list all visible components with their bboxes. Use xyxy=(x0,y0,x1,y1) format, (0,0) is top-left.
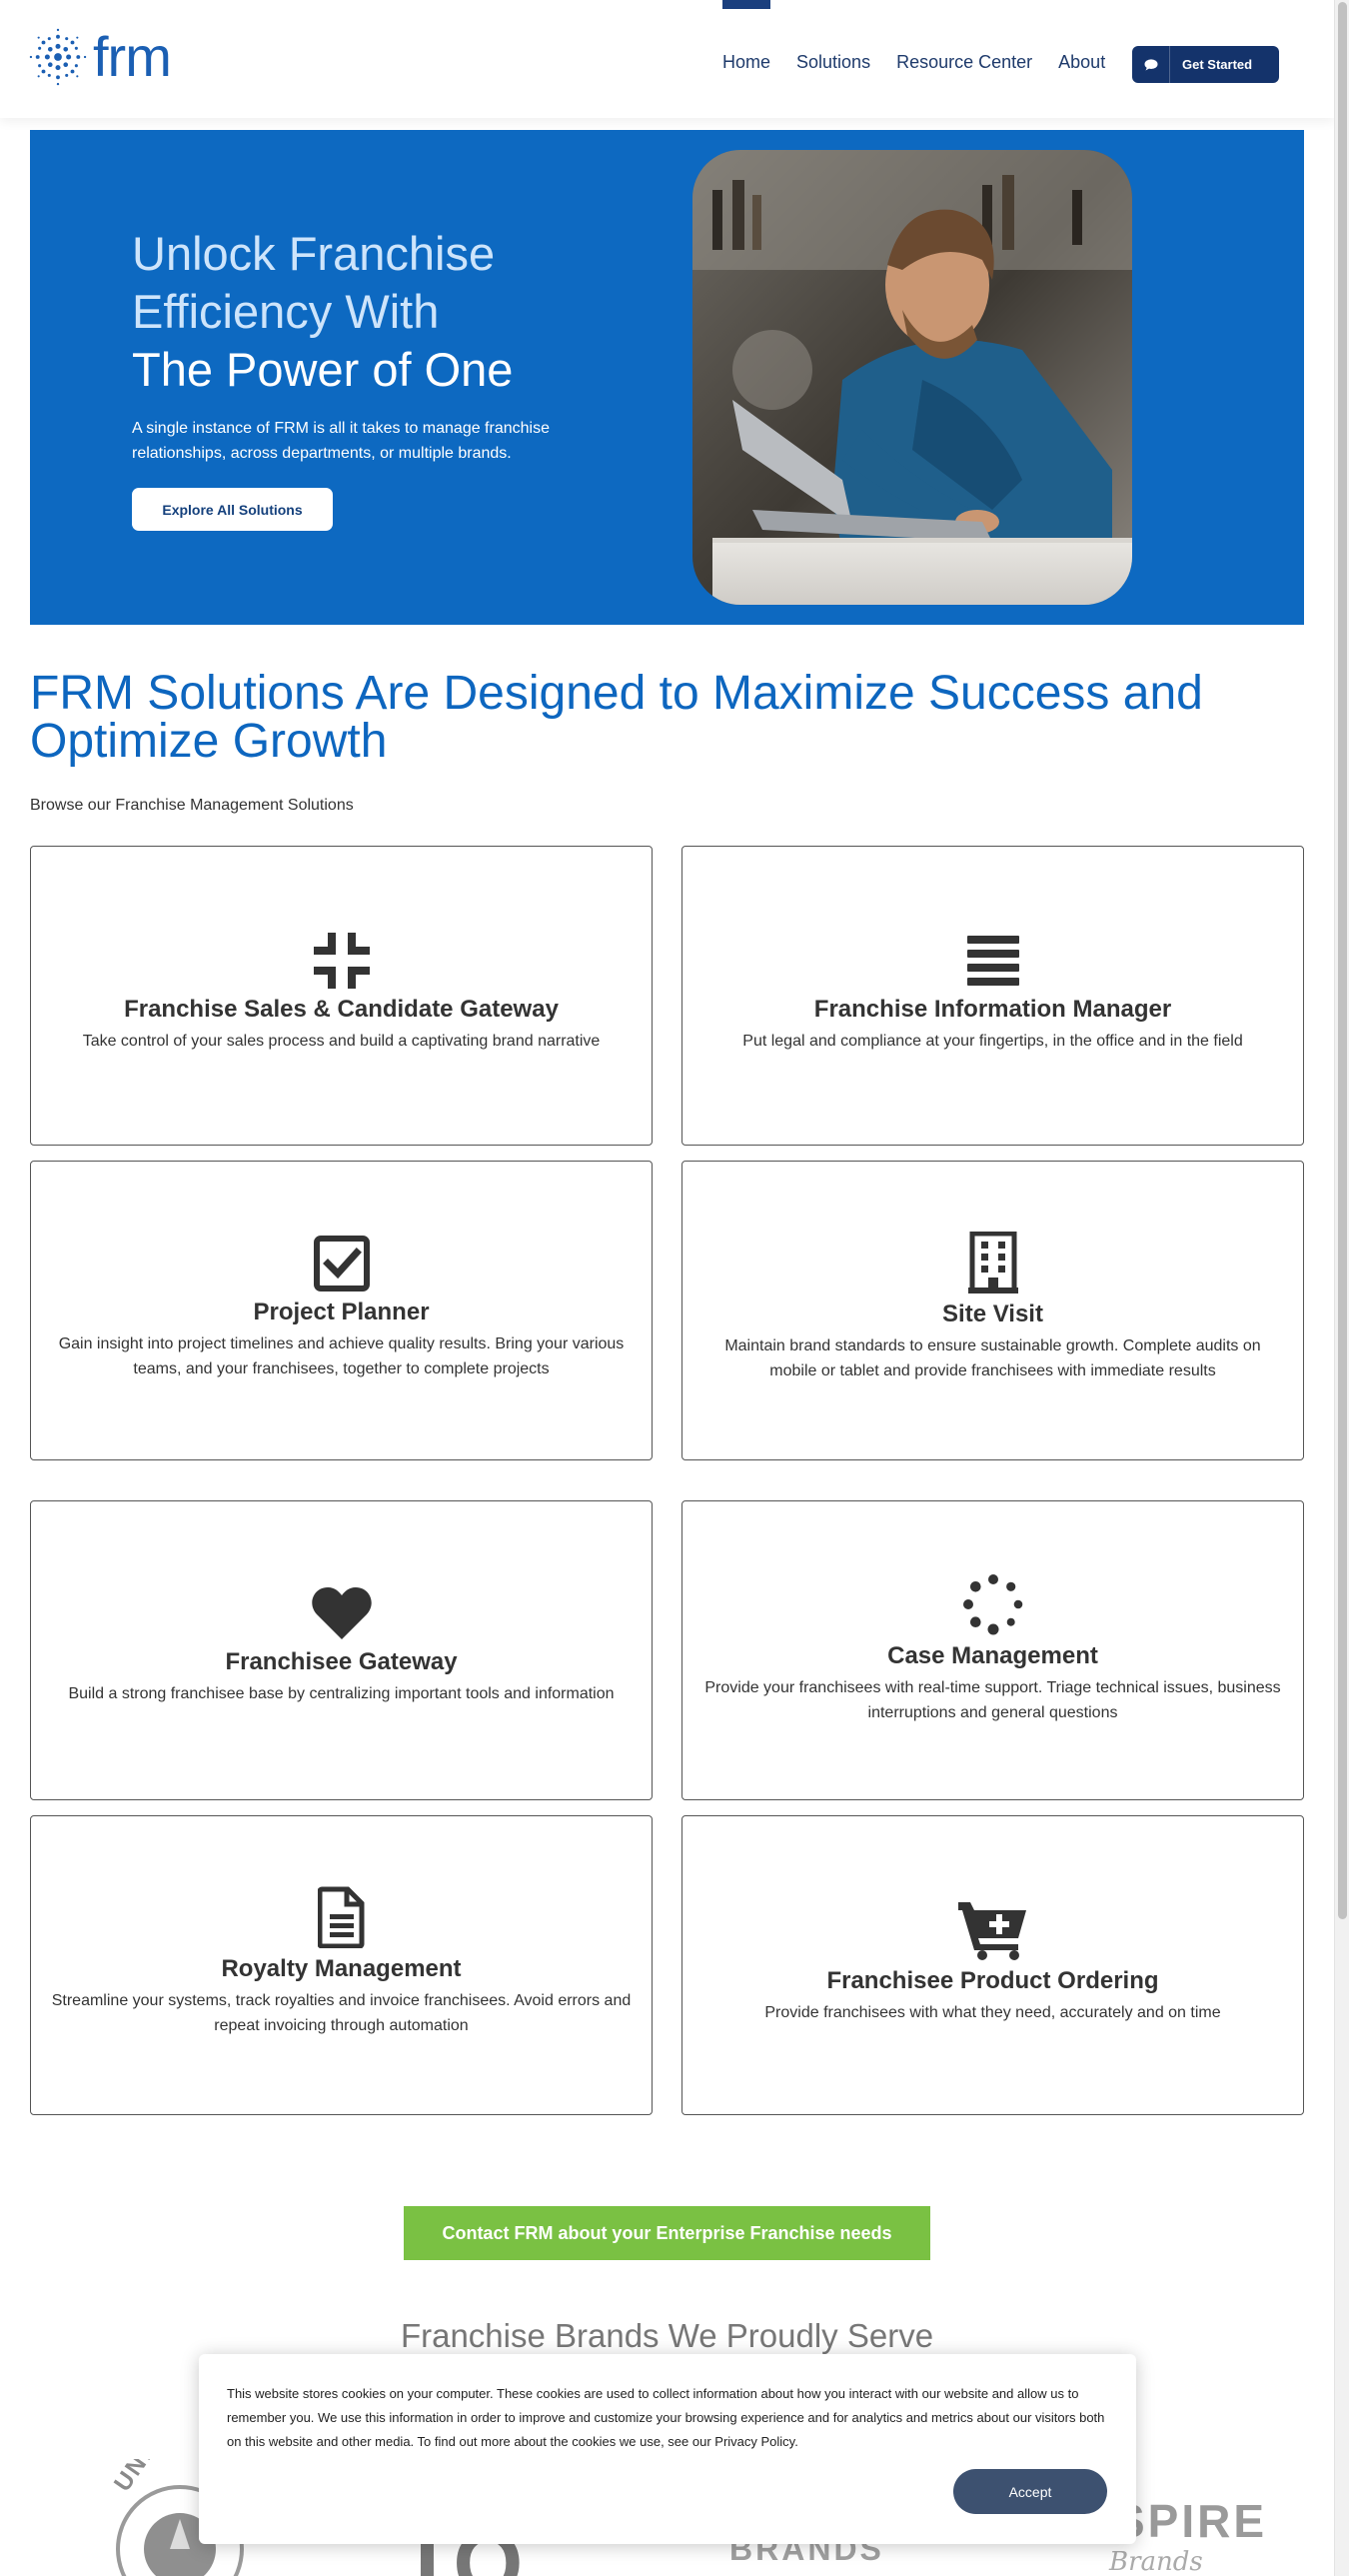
site-header: frm Home Solutions Resource Center About… xyxy=(0,0,1334,118)
card-title: Franchisee Gateway xyxy=(225,1648,458,1675)
nav-resource-center[interactable]: Resource Center xyxy=(896,52,1032,73)
card-title: Site Visit xyxy=(942,1300,1043,1327)
card-description: Build a strong franchisee base by centra… xyxy=(68,1685,615,1702)
card-description: Gain insight into project timelines and … xyxy=(58,1335,625,1377)
document-icon xyxy=(317,1886,364,1948)
solutions-subheading: Browse our Franchise Management Solution… xyxy=(30,797,354,814)
spinner-icon xyxy=(962,1574,1022,1635)
logo-mark-icon xyxy=(29,28,87,86)
card-description: Provide franchisees with what they need,… xyxy=(764,2004,1221,2021)
solutions-heading: FRM Solutions Are Designed to Maximize S… xyxy=(30,667,1203,768)
main-nav: Home Solutions Resource Center About xyxy=(722,52,1105,73)
card-description: Provide your franchisees with real-time … xyxy=(704,1679,1281,1721)
solution-card-product-ordering[interactable]: Franchisee Product Ordering Provide fran… xyxy=(681,1815,1304,2115)
heart-icon xyxy=(311,1587,372,1639)
solution-card-royalty-management[interactable]: Royalty Management Streamline your syste… xyxy=(30,1815,653,2115)
solution-card-site-visit[interactable]: Site Visit Maintain brand standards to e… xyxy=(681,1161,1304,1460)
cookie-accept-button[interactable]: Accept xyxy=(953,2469,1107,2514)
hero-description: A single instance of FRM is all it takes… xyxy=(132,420,550,462)
brand-logo-inspire-sub: Brands xyxy=(1109,2547,1203,2576)
frm-logo[interactable]: frm xyxy=(29,25,172,88)
card-description: Maintain brand standards to ensure susta… xyxy=(724,1337,1261,1379)
card-title: Franchise Sales & Candidate Gateway xyxy=(124,996,559,1023)
contact-frm-button[interactable]: Contact FRM about your Enterprise Franch… xyxy=(404,2206,930,2260)
hero-title: Unlock Franchise Efficiency With The Pow… xyxy=(132,225,652,399)
hero-title-line-2: Efficiency With xyxy=(132,285,440,338)
building-icon xyxy=(967,1232,1018,1293)
get-started-button[interactable]: Get Started xyxy=(1132,46,1279,83)
nav-about[interactable]: About xyxy=(1058,52,1105,73)
compress-icon xyxy=(313,933,370,989)
hero-photo xyxy=(692,150,1132,605)
hero-title-line-3: The Power of One xyxy=(132,343,514,396)
card-title: Case Management xyxy=(887,1642,1098,1669)
solution-card-franchisee-gateway[interactable]: Franchisee Gateway Build a strong franch… xyxy=(30,1500,653,1800)
hero-section: Unlock Franchise Efficiency With The Pow… xyxy=(30,130,1304,625)
cart-plus-icon xyxy=(957,1902,1026,1960)
page-scrollbar[interactable] xyxy=(1334,0,1349,2576)
nav-active-indicator xyxy=(722,0,770,9)
solution-card-sales-gateway[interactable]: Franchise Sales & Candidate Gateway Take… xyxy=(30,846,653,1146)
brands-heading: Franchise Brands We Proudly Serve xyxy=(400,2317,934,2354)
cookie-banner: This website stores cookies on your comp… xyxy=(199,2354,1136,2544)
explore-solutions-button[interactable]: Explore All Solutions xyxy=(132,488,333,531)
card-description: Put legal and compliance at your fingert… xyxy=(742,1033,1243,1050)
chat-icon xyxy=(1132,46,1170,83)
card-title: Franchise Information Manager xyxy=(813,996,1172,1023)
get-started-label: Get Started xyxy=(1182,57,1253,72)
card-title: Royalty Management xyxy=(221,1955,462,1982)
card-description: Take control of your sales process and b… xyxy=(82,1033,601,1050)
hero-title-line-1: Unlock Franchise xyxy=(132,227,496,280)
solution-card-project-planner[interactable]: Project Planner Gain insight into projec… xyxy=(30,1161,653,1460)
nav-home[interactable]: Home xyxy=(722,52,770,73)
checkbox-icon xyxy=(313,1236,370,1291)
logo-text: frm xyxy=(93,25,172,88)
card-title: Franchisee Product Ordering xyxy=(826,1967,1159,1994)
bars-icon xyxy=(966,936,1019,986)
cookie-text: This website stores cookies on your comp… xyxy=(227,2386,1105,2449)
solution-card-case-management[interactable]: Case Management Provide your franchisees… xyxy=(681,1500,1304,1800)
nav-solutions[interactable]: Solutions xyxy=(796,52,870,73)
scrollbar-thumb[interactable] xyxy=(1338,2,1347,1919)
card-title: Project Planner xyxy=(253,1298,430,1325)
card-description: Streamline your systems, track royalties… xyxy=(51,1992,632,2034)
man-with-laptop-image xyxy=(692,150,1132,605)
solution-card-information-manager[interactable]: Franchise Information Manager Put legal … xyxy=(681,846,1304,1146)
